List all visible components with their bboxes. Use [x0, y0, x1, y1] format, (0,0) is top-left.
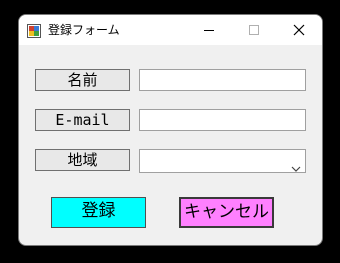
name-input[interactable] [139, 69, 306, 91]
email-input[interactable] [139, 109, 306, 131]
close-icon [293, 24, 305, 36]
region-label: 地域 [35, 149, 130, 171]
window-title: 登録フォーム [48, 23, 120, 37]
region-select[interactable] [139, 149, 306, 173]
chevron-down-icon[interactable] [291, 158, 301, 172]
register-button[interactable]: 登録 [51, 197, 146, 228]
title-bar[interactable]: 登録フォーム [19, 15, 322, 45]
minimize-icon [204, 30, 214, 31]
form-app-icon [27, 23, 41, 38]
close-button[interactable] [277, 15, 321, 45]
minimize-button[interactable] [187, 15, 231, 45]
cancel-button[interactable]: キャンセル [179, 197, 274, 228]
maximize-icon [249, 25, 259, 35]
name-label: 名前 [35, 69, 130, 91]
maximize-button[interactable] [232, 15, 276, 45]
form-window: 登録フォーム 名前 E-mail 地域 登録 キャンセル [18, 14, 323, 246]
email-label: E-mail [35, 109, 130, 131]
